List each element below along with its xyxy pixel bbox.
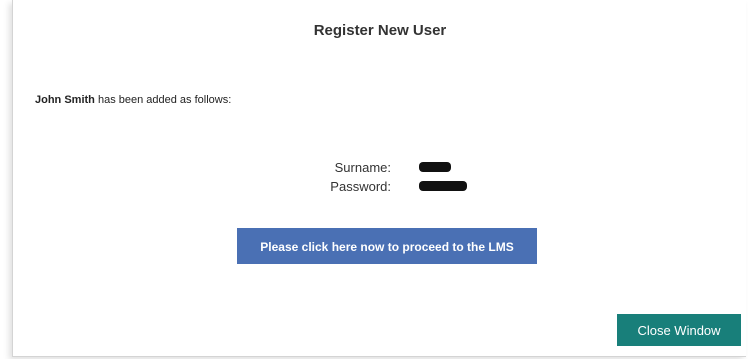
register-user-dialog: Register New User John Smith has been ad…: [12, 0, 746, 357]
added-user-message: John Smith has been added as follows:: [35, 94, 231, 106]
surname-label: Surname:: [334, 160, 391, 175]
surname-value-redacted: [419, 162, 451, 174]
password-row: Password:: [13, 179, 747, 197]
surname-row: Surname:: [13, 160, 747, 178]
added-user-name: John Smith: [35, 94, 95, 106]
dialog-title: Register New User: [313, 22, 447, 39]
added-message-text: has been added as follows:: [97, 94, 232, 106]
close-window-button[interactable]: Close Window: [617, 314, 741, 346]
password-value-redacted: [419, 181, 467, 193]
proceed-to-lms-button[interactable]: Please click here now to proceed to the …: [237, 228, 537, 264]
password-label: Password:: [330, 179, 391, 194]
